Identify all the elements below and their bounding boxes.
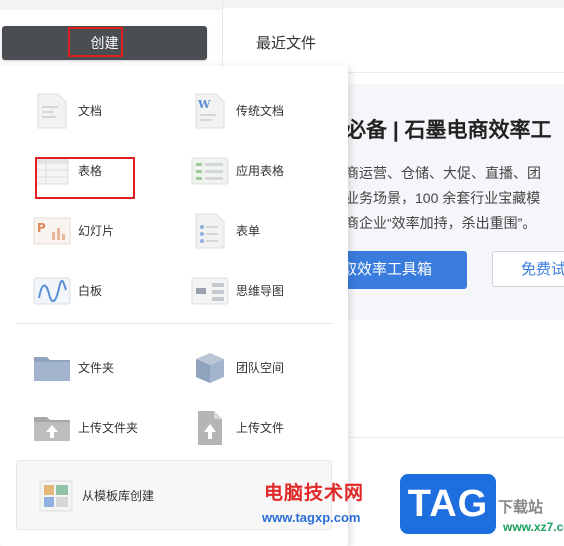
folder-icon [32, 347, 72, 387]
svg-text:P: P [37, 221, 46, 235]
content-divider [349, 437, 564, 438]
slides-icon: P [32, 210, 72, 250]
whiteboard-icon [32, 270, 72, 310]
watermark-tag-logo: TAG [400, 474, 496, 534]
upload-file-icon [190, 407, 230, 447]
menu-item-label: 传统文档 [236, 103, 285, 118]
menu-item-label: 白板 [78, 283, 103, 298]
menu-item-label: 幻灯片 [78, 223, 115, 238]
recent-files-title: 最近文件 [256, 35, 317, 52]
sidebar-top-band [0, 0, 222, 10]
watermark-xz-url: www.xz7.com [503, 520, 564, 534]
banner-line-2: 业务场景，100 余套行业宝藏模 [345, 190, 541, 206]
menu-item-label: 应用表格 [236, 163, 285, 178]
menu-item-app-sheet[interactable]: 应用表格 [190, 148, 284, 192]
template-label: 从模板库创建 [82, 488, 155, 503]
word-doc-icon: W [190, 90, 230, 130]
template-item[interactable]: 从模板库创建 [36, 473, 154, 517]
menu-item-label: 表格 [78, 163, 103, 178]
menu-item-word-doc[interactable]: W 传统文档 [190, 88, 284, 132]
watermark-xz-name: 下载站 [498, 499, 544, 516]
menu-item-label: 团队空间 [236, 360, 285, 375]
app-sheet-icon [190, 150, 230, 190]
menu-item-upload-file[interactable]: 上传文件 [190, 405, 284, 449]
team-space-icon [190, 347, 230, 387]
watermark-site-url: www.tagxp.com [262, 510, 361, 525]
menu-item-mindmap[interactable]: 思维导图 [190, 268, 284, 312]
banner-line-1: 商运营、仓储、大促、直播、团 [345, 165, 541, 181]
menu-item-label: 上传文件 [236, 420, 285, 435]
menu-item-slides[interactable]: P 幻灯片 [32, 208, 114, 252]
watermark-site-name: 电脑技术网 [264, 482, 365, 504]
menu-item-form[interactable]: 表单 [190, 208, 260, 252]
sheet-icon [32, 150, 72, 190]
menu-divider [16, 323, 332, 324]
menu-item-folder[interactable]: 文件夹 [32, 345, 114, 389]
menu-item-upload-folder[interactable]: 上传文件夹 [32, 405, 138, 449]
menu-item-label: 表单 [236, 223, 261, 238]
menu-item-doc[interactable]: 文档 [32, 88, 102, 132]
doc-icon [32, 90, 72, 130]
get-toolbox-label: 取效率工具箱 [342, 261, 433, 278]
menu-item-whiteboard[interactable]: 白板 [32, 268, 102, 312]
template-icon [36, 475, 76, 515]
banner-line-3: 商企业“效率加持，杀出重围”。 [345, 215, 537, 231]
menu-item-sheet[interactable]: 表格 [32, 148, 102, 192]
top-band [223, 0, 564, 8]
menu-item-team-space[interactable]: 团队空间 [190, 345, 284, 389]
mindmap-icon [190, 270, 230, 310]
banner-title: 必备 | 石墨电商效率工 [345, 119, 552, 142]
upload-folder-icon [32, 407, 72, 447]
form-icon [190, 210, 230, 250]
free-trial-button[interactable]: 免费试 [492, 251, 564, 287]
menu-item-label: 文件夹 [78, 360, 115, 375]
menu-item-label: 文档 [78, 103, 103, 118]
svg-text:W: W [197, 98, 211, 111]
get-toolbox-button[interactable]: 取效率工具箱 [342, 251, 467, 289]
create-button[interactable]: 创建 [2, 26, 207, 60]
menu-item-label: 思维导图 [236, 283, 285, 298]
menu-item-label: 上传文件夹 [78, 420, 139, 435]
